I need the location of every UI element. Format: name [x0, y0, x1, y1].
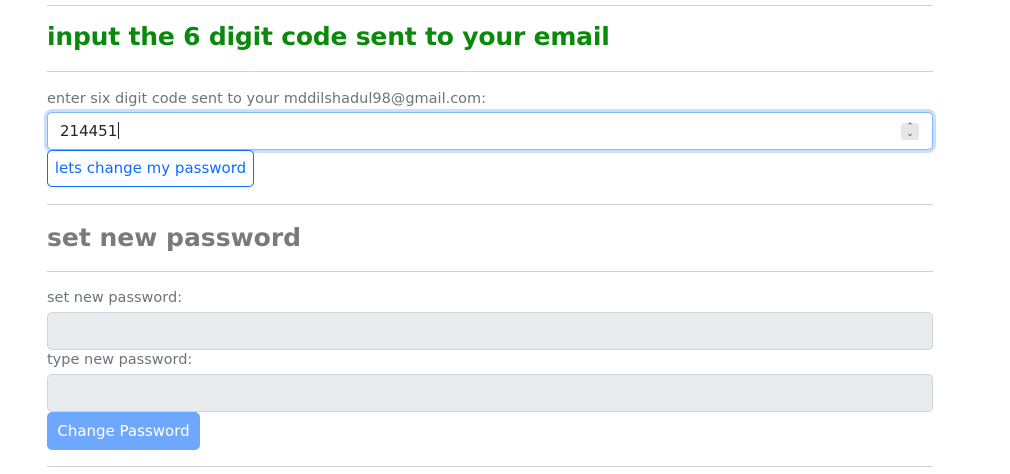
confirm-password-label: type new password:: [47, 352, 193, 368]
new-password-label: set new password:: [47, 290, 183, 306]
change-password-button[interactable]: Change Password: [47, 412, 200, 450]
divider-after-reset-heading: [47, 271, 933, 272]
set-new-password-heading: set new password: [47, 223, 302, 252]
divider-before-reset-heading: [47, 204, 933, 205]
verify-code-heading: input the 6 digit code sent to your emai…: [47, 22, 610, 51]
number-spinner-icon[interactable]: ⌃ ⌄: [901, 123, 919, 140]
code-input[interactable]: 214451 ⌃ ⌄: [47, 112, 933, 150]
code-input-value: 214451: [60, 122, 120, 140]
text-caret: [118, 122, 120, 139]
new-password-field[interactable]: [47, 312, 933, 350]
confirm-password-field[interactable]: [47, 374, 933, 412]
code-input-label: enter six digit code sent to your mddils…: [47, 91, 487, 107]
divider-bottom: [47, 466, 933, 467]
divider-top: [47, 5, 933, 6]
change-password-request-button[interactable]: lets change my password: [47, 150, 254, 187]
divider-after-verify-heading: [47, 71, 933, 72]
